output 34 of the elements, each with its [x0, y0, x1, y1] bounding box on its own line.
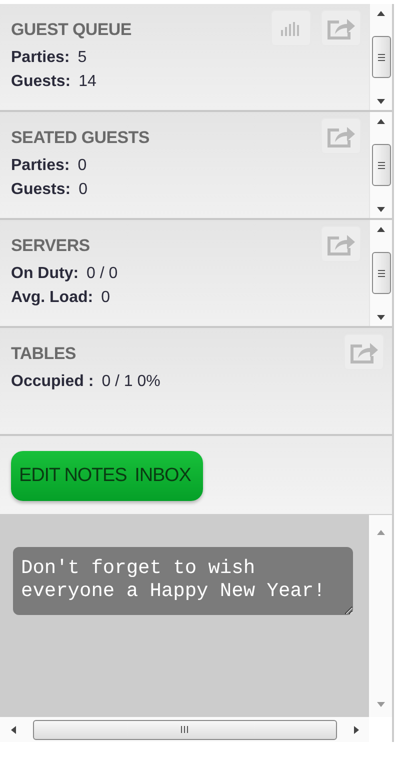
stat-value: 0 [78, 157, 87, 174]
bar-chart-icon [280, 20, 302, 36]
stat-value: 14 [78, 73, 96, 90]
stat-value: 0 [101, 289, 110, 306]
panel-title: SERVERS [11, 236, 90, 256]
notes-button[interactable]: EDIT NOTES [19, 465, 127, 487]
scroll-down-button[interactable] [376, 96, 386, 106]
stat-label: Avg. Load: [11, 289, 94, 306]
scroll-thumb[interactable] [372, 144, 390, 186]
share-icon [327, 232, 355, 256]
stat-label: Parties: [11, 157, 70, 174]
panel-title: GUEST QUEUE [11, 20, 132, 40]
scroll-thumb[interactable] [32, 720, 336, 740]
notes-field[interactable]: Don't forget to wish everyone a Happy New Year! [13, 547, 353, 615]
panel-title: SEATED GUESTS [11, 128, 150, 148]
share-icon [327, 16, 355, 40]
stat-label: Occupied : [11, 373, 94, 390]
notes-button[interactable]: INBOX [134, 465, 191, 487]
stat-label: Parties: [11, 49, 70, 66]
share-icon [350, 340, 378, 364]
stat-label: Guests: [11, 181, 71, 198]
share-icon [327, 124, 355, 148]
scroll-thumb[interactable] [372, 252, 390, 294]
panel-title: TABLES [11, 344, 76, 364]
scroll-down-button[interactable] [376, 204, 386, 214]
stat-value: 0 [78, 181, 88, 198]
stat-label: On Duty: [11, 265, 79, 282]
stat-value: 0 / 1 0% [102, 373, 160, 390]
stat-label: Guests: [11, 73, 71, 90]
scroll-down-button[interactable] [376, 312, 386, 322]
stat-value: 0 / 0 [86, 265, 118, 282]
stat-value: 5 [78, 49, 87, 66]
scroll-thumb[interactable] [372, 36, 390, 78]
scroll-right-button[interactable] [351, 724, 361, 734]
